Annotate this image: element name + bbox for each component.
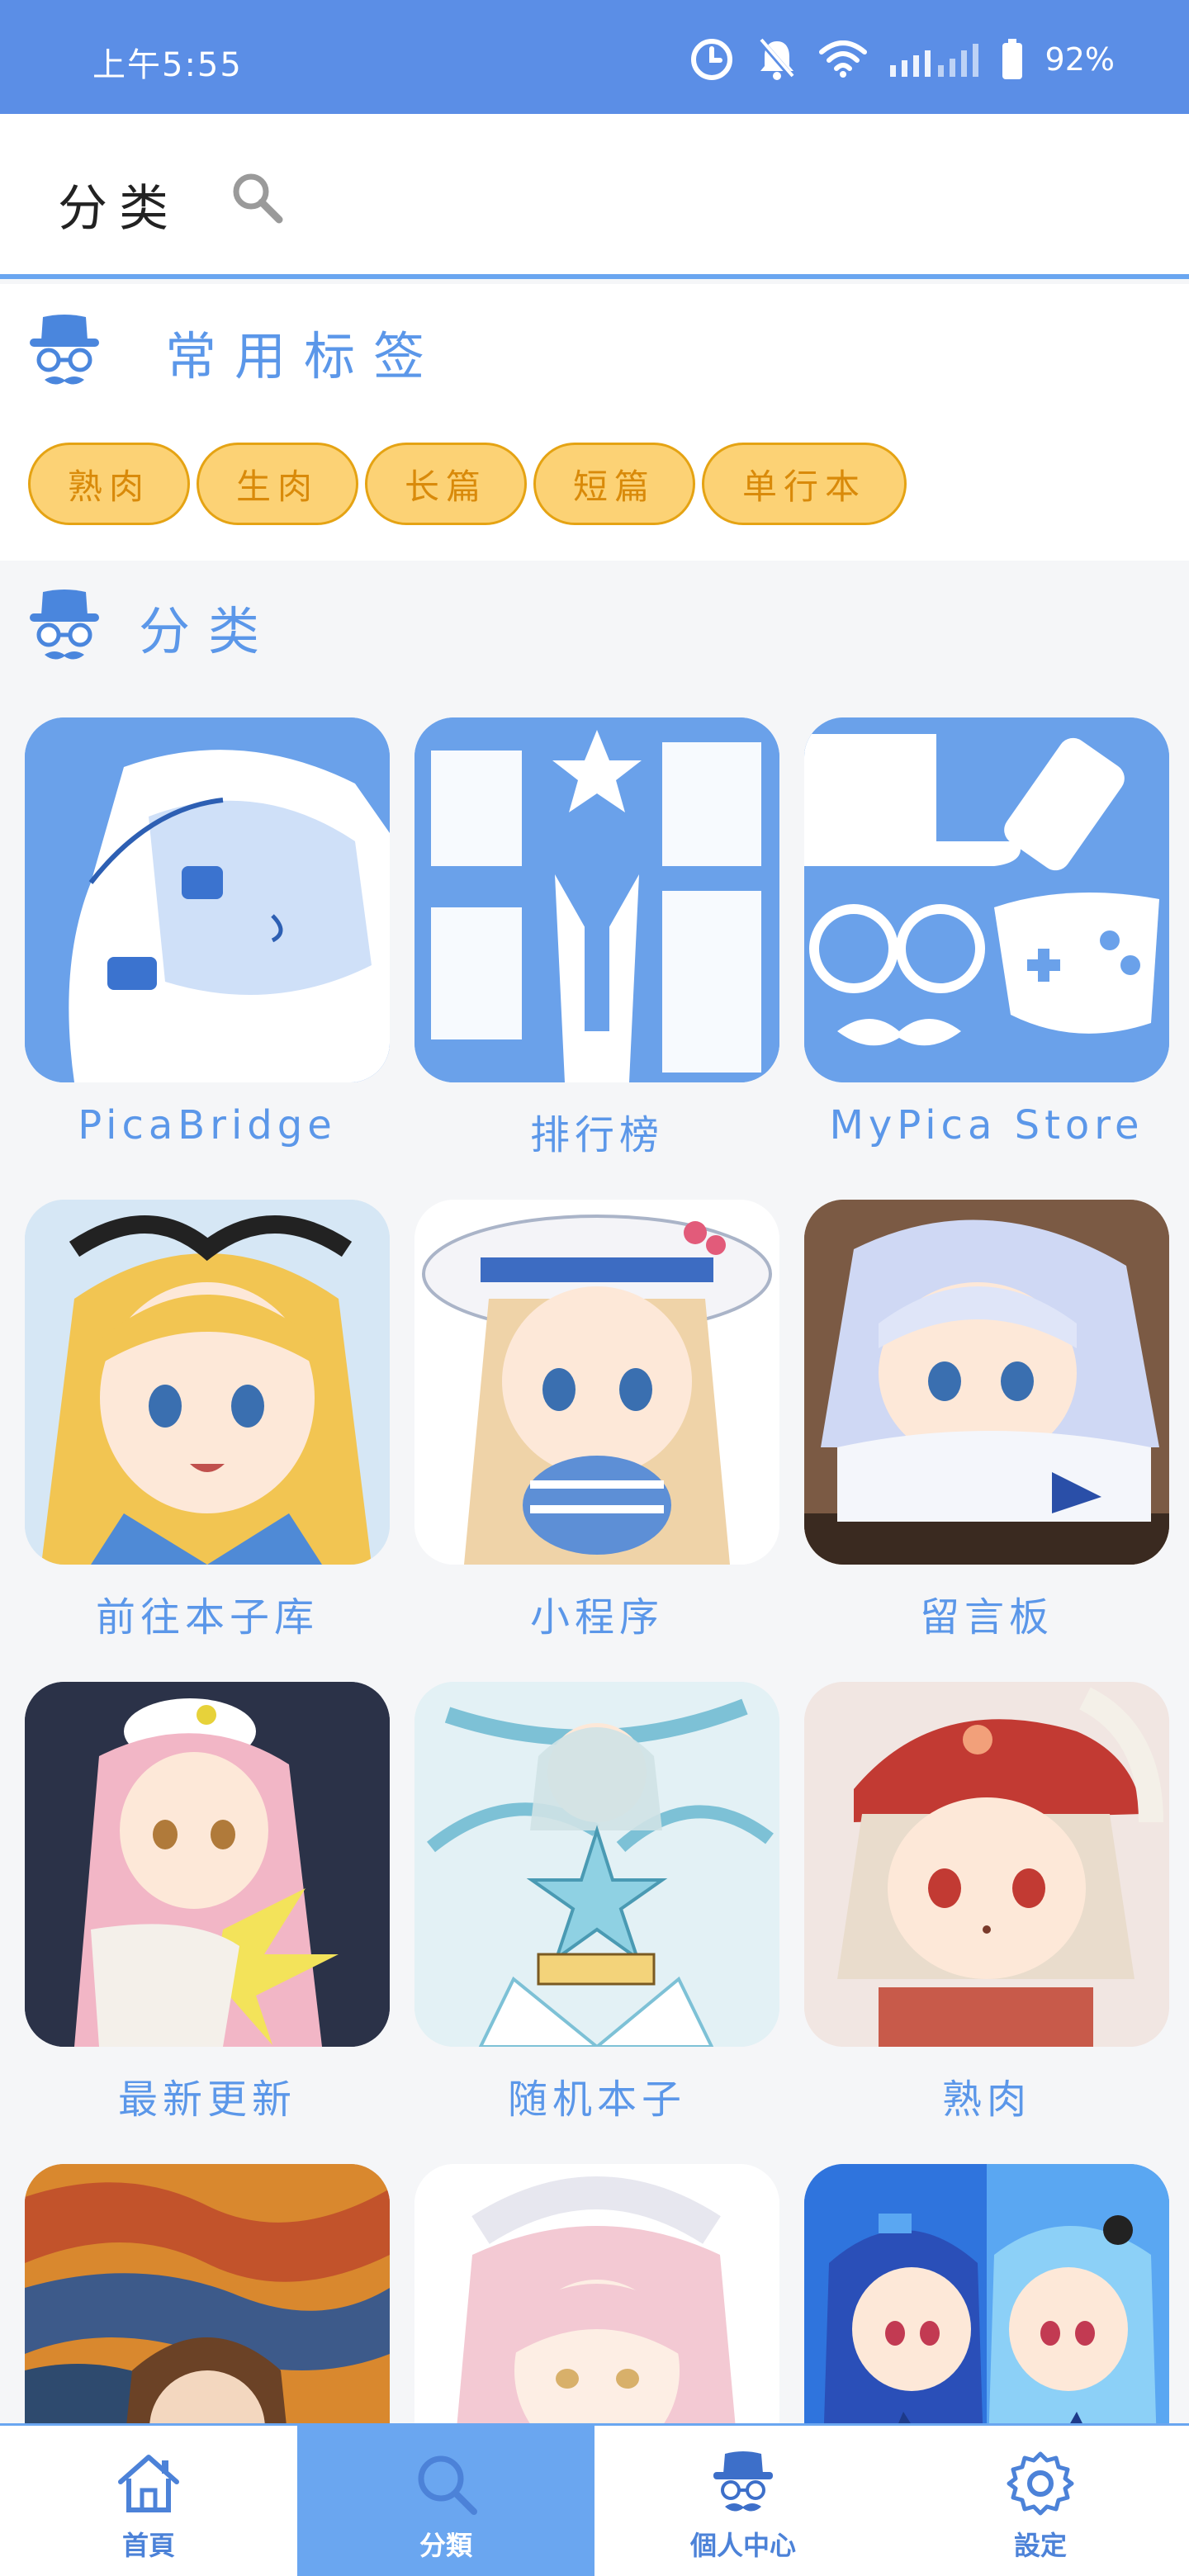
nav-item-home[interactable]: 首頁 — [0, 2426, 297, 2576]
category-label: 排行榜 — [529, 1112, 664, 1158]
nav-label: 設定 — [1013, 2530, 1067, 2561]
category-thumbnail — [414, 1200, 779, 1565]
mypica-store-graphic-image — [804, 717, 1169, 1082]
tag-chip[interactable]: 长篇 — [365, 443, 527, 525]
categories-title: 分类 — [139, 601, 278, 661]
tag-chip-list: 熟肉 生肉 长篇 短篇 单行本 — [28, 443, 907, 525]
anime-girl-hat-image — [414, 1200, 779, 1565]
app-bar: 分类 — [0, 114, 1189, 279]
category-tile[interactable]: 最新更新 — [25, 1682, 390, 2123]
battery-percentage: 92% — [1045, 41, 1115, 78]
status-icons: 92% — [689, 35, 1115, 84]
pica-bridge-illustration-image — [25, 717, 390, 1082]
anime-girl-red-hat-image — [804, 1682, 1169, 2047]
category-thumbnail — [414, 1682, 779, 2047]
category-thumbnail — [804, 1682, 1169, 2047]
nav-label: 分類 — [419, 2530, 472, 2561]
category-tile[interactable]: 熟肉 — [804, 1682, 1169, 2123]
category-tile[interactable]: 前往本子库 — [25, 1200, 390, 1641]
category-tile[interactable]: 随机本子 — [414, 1682, 779, 2123]
anime-girl-pink-hair-image — [25, 1682, 390, 2047]
pica-leaderboard-graphic-image — [414, 717, 779, 1082]
profile-hat-icon — [713, 2451, 773, 2512]
common-tags-header: 常用标签 — [28, 312, 443, 391]
category-label: 小程序 — [529, 1594, 664, 1641]
category-thumbnail — [804, 1200, 1169, 1565]
category-tile[interactable]: 小程序 — [414, 1200, 779, 1641]
categories-header: 分类 — [28, 587, 277, 666]
battery-icon — [1002, 39, 1022, 79]
status-bar: 上午5:55 92% — [0, 0, 1189, 114]
nav-label: 首頁 — [121, 2530, 175, 2561]
category-thumbnail — [414, 717, 779, 1082]
category-label: 最新更新 — [117, 2076, 296, 2123]
category-tile[interactable]: 留言板 — [804, 1200, 1169, 1641]
common-tags-section: 常用标签 熟肉 生肉 长篇 短篇 单行本 — [0, 284, 1189, 561]
status-time: 上午5:55 — [92, 46, 243, 84]
nav-item-category[interactable]: 分類 — [297, 2426, 594, 2576]
nav-item-settings[interactable]: 設定 — [892, 2426, 1189, 2576]
category-tile[interactable]: MyPica Store — [804, 717, 1169, 1148]
category-tile[interactable]: PicaBridge — [25, 717, 390, 1148]
category-tile[interactable]: 排行榜 — [414, 717, 779, 1158]
alarm-icon — [690, 39, 732, 80]
categories-section: 分类 PicaBridge 排行榜 MyPica Store 前往本子库 小程序… — [0, 561, 1189, 2529]
category-thumbnail — [25, 717, 390, 1082]
search-icon — [418, 2455, 477, 2515]
settings-gear-icon — [1007, 2451, 1074, 2516]
mute-icon — [758, 38, 795, 80]
pica-hat-logo-icon — [30, 590, 99, 660]
category-label: 熟肉 — [941, 2076, 1031, 2123]
category-thumbnail — [25, 1682, 390, 2047]
common-tags-title: 常用标签 — [165, 326, 443, 386]
category-label: MyPica Store — [829, 1102, 1144, 1148]
tag-chip[interactable]: 单行本 — [702, 443, 907, 525]
anime-girl-alice-image — [25, 1200, 390, 1565]
category-label: PicaBridge — [78, 1102, 337, 1148]
tag-chip[interactable]: 生肉 — [197, 443, 358, 525]
category-thumbnail — [804, 717, 1169, 1082]
anime-girl-silver-hair-image — [804, 1200, 1169, 1565]
nav-label: 個人中心 — [689, 2530, 796, 2561]
tag-chip[interactable]: 短篇 — [533, 443, 695, 525]
home-icon — [118, 2455, 179, 2512]
tag-chip[interactable]: 熟肉 — [28, 443, 190, 525]
nav-item-profile[interactable]: 個人中心 — [594, 2426, 892, 2576]
page-title: 分类 — [58, 180, 180, 238]
category-label: 前往本子库 — [95, 1594, 319, 1641]
category-label: 留言板 — [919, 1594, 1054, 1641]
the-star-card-art-image — [414, 1682, 779, 2047]
bottom-navigation: 首頁 分類 個人中心 設定 — [0, 2423, 1189, 2576]
category-label: 随机本子 — [507, 2076, 686, 2123]
signal-icon — [889, 44, 978, 77]
search-icon[interactable] — [228, 168, 286, 226]
wifi-icon — [818, 40, 867, 78]
pica-hat-logo-icon — [30, 315, 99, 385]
category-thumbnail — [25, 1200, 390, 1565]
